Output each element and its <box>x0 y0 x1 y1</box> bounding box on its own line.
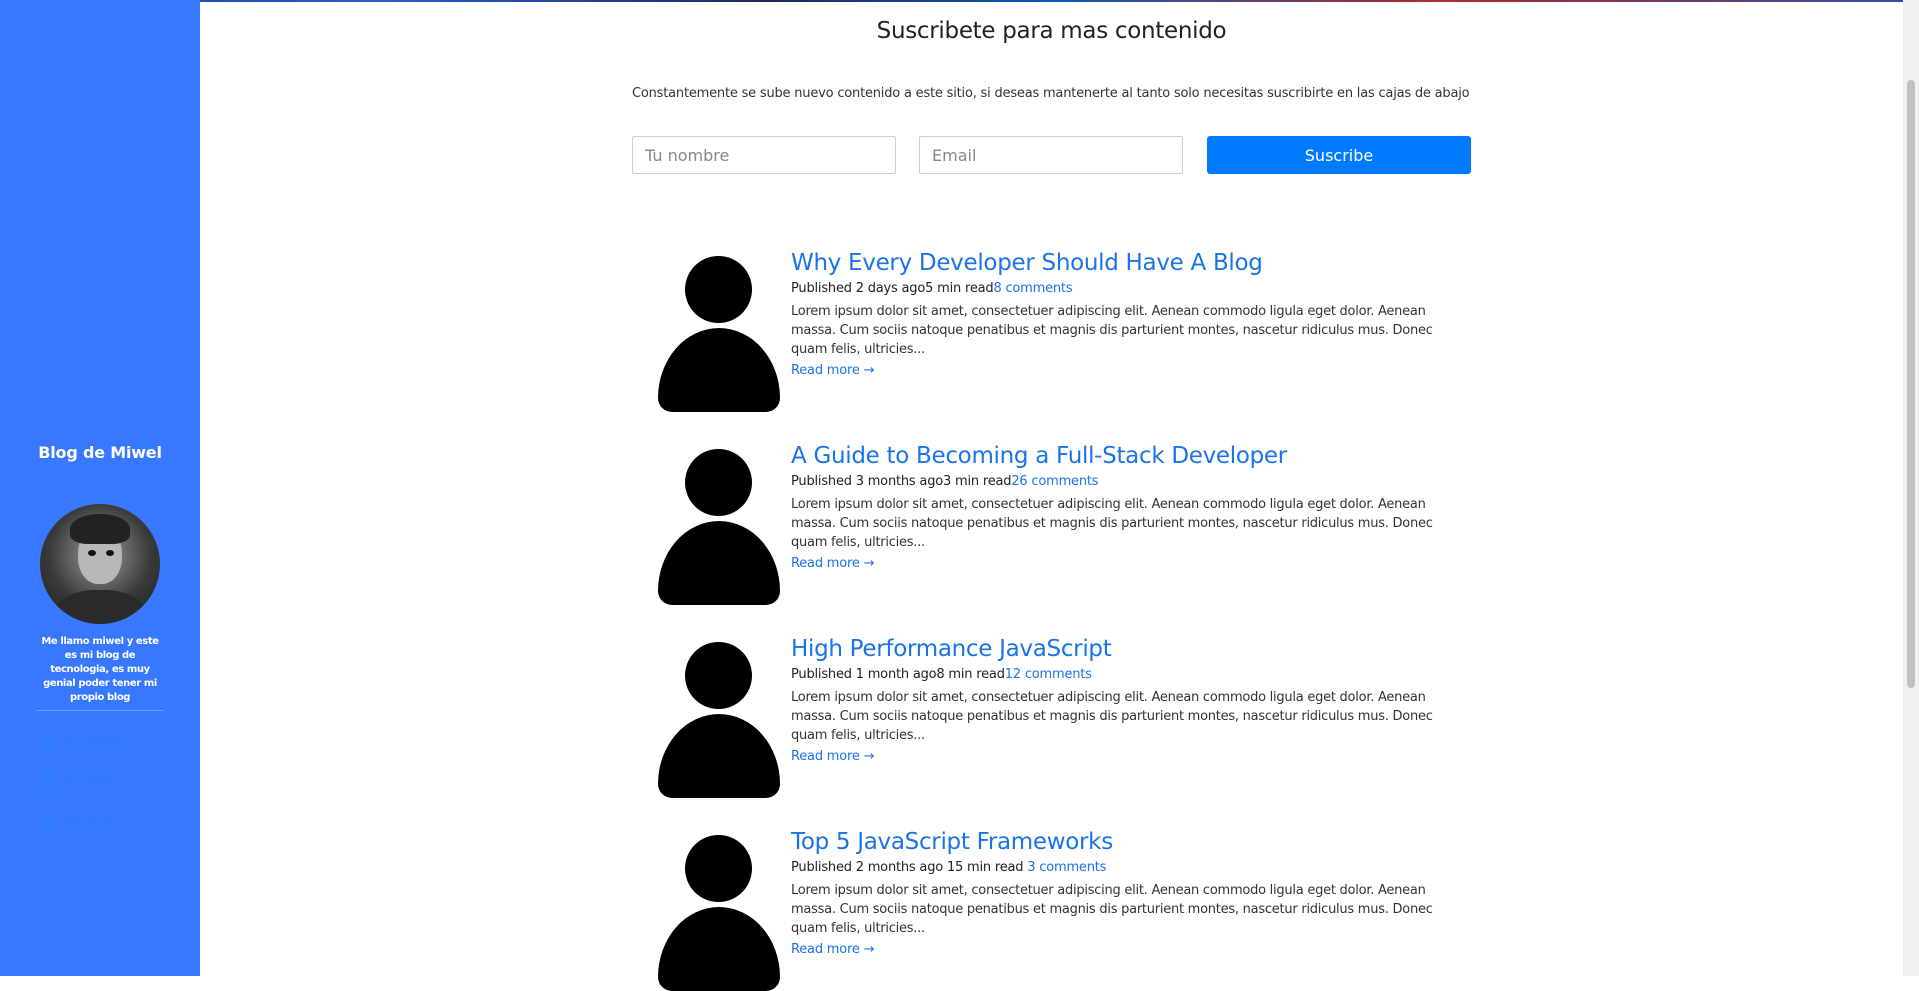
post-meta: Published 3 months ago3 min read26 comme… <box>791 473 1471 491</box>
post-read-time: 15 min read <box>946 860 1028 875</box>
avatar-head-shape <box>685 835 752 902</box>
user-icon <box>40 813 58 831</box>
post-meta: Published 2 months ago 15 min read 3 com… <box>791 859 1471 877</box>
post-published: Published 2 months ago <box>791 860 947 875</box>
sidebar-item-blog-post[interactable]: Blog Post <box>40 762 126 802</box>
post-comments-link[interactable]: 26 comments <box>1011 474 1098 489</box>
post-published: Published 2 days ago <box>791 281 926 296</box>
subscribe-button[interactable]: Suscribe <box>1207 136 1471 174</box>
post-meta: Published 2 days ago5 min read8 comments <box>791 280 1471 298</box>
scrollbar-thumb[interactable] <box>1907 80 1915 688</box>
read-more-link[interactable]: Read more → <box>791 362 874 380</box>
post-content: High Performance JavaScript Published 1 … <box>791 634 1471 766</box>
post-author-avatar <box>658 835 780 991</box>
read-more-link[interactable]: Read more → <box>791 748 874 766</box>
profile-avatar <box>40 504 160 624</box>
blog-name: Blog de Miwel <box>38 443 162 462</box>
email-input[interactable] <box>919 136 1183 174</box>
avatar-hair-shape <box>70 514 130 544</box>
bio-text: Me llamo miwel y este es mi blog de tecn… <box>41 636 159 703</box>
post-read-time: 5 min read <box>925 281 994 296</box>
post-meta: Published 1 month ago8 min read12 commen… <box>791 666 1471 684</box>
post-content: Why Every Developer Should Have A Blog P… <box>791 248 1471 380</box>
sidebar-divider <box>36 710 164 711</box>
avatar-head-shape <box>685 642 752 709</box>
subscribe-description: Constantemente se sube nuevo contenido a… <box>632 86 1470 101</box>
sidebar-nav: Blog Home Blog Post About Me <box>40 722 126 842</box>
post-content: A Guide to Becoming a Full-Stack Develop… <box>791 441 1471 573</box>
post-comments-link[interactable]: 3 comments <box>1027 860 1106 875</box>
avatar-body-shape <box>658 328 780 412</box>
sidebar-item-label: About Me <box>66 815 119 829</box>
post-comments-link[interactable]: 8 comments <box>993 281 1072 296</box>
post-comments-link[interactable]: 12 comments <box>1005 667 1092 682</box>
post-read-time: 3 min read <box>943 474 1012 489</box>
post-title-link[interactable]: A Guide to Becoming a Full-Stack Develop… <box>791 441 1471 471</box>
read-more-link[interactable]: Read more → <box>791 555 874 573</box>
main-content: Suscribete para mas contenido Constantem… <box>200 0 1903 991</box>
avatar-body-shape <box>658 521 780 605</box>
avatar-eye-right <box>106 550 114 556</box>
post-read-time: 8 min read <box>936 667 1005 682</box>
post-title-link[interactable]: High Performance JavaScript <box>791 634 1471 664</box>
read-more-link[interactable]: Read more → <box>791 941 874 959</box>
post-title-link[interactable]: Why Every Developer Should Have A Blog <box>791 248 1471 278</box>
avatar-head-shape <box>685 449 752 516</box>
sidebar-item-about-me[interactable]: About Me <box>40 802 126 842</box>
sidebar-item-label: Blog Home <box>66 735 127 749</box>
home-icon <box>40 733 58 751</box>
post-author-avatar <box>658 449 780 605</box>
sidebar-item-blog-home[interactable]: Blog Home <box>40 722 126 762</box>
post-excerpt: Lorem ipsum dolor sit amet, consectetuer… <box>791 304 1433 357</box>
post-author-avatar <box>658 256 780 412</box>
post-published: Published 1 month ago <box>791 667 937 682</box>
post-author-avatar <box>658 642 780 798</box>
bookmark-icon <box>40 773 58 791</box>
post-title-link[interactable]: Top 5 JavaScript Frameworks <box>791 827 1471 857</box>
avatar-body-shape <box>55 590 145 624</box>
avatar-body-shape <box>658 907 780 991</box>
sidebar: Blog de Miwel Me llamo miwel y este es m… <box>0 0 200 976</box>
avatar-head-shape <box>685 256 752 323</box>
subscribe-title: Suscribete para mas contenido <box>876 18 1227 44</box>
avatar-eye-left <box>88 550 96 556</box>
avatar-body-shape <box>658 714 780 798</box>
name-input[interactable] <box>632 136 896 174</box>
post-published: Published 3 months ago <box>791 474 943 489</box>
post-excerpt: Lorem ipsum dolor sit amet, consectetuer… <box>791 497 1433 550</box>
post-excerpt: Lorem ipsum dolor sit amet, consectetuer… <box>791 883 1433 936</box>
post-content: Top 5 JavaScript Frameworks Published 2 … <box>791 827 1471 959</box>
sidebar-item-label: Blog Post <box>66 775 117 789</box>
post-excerpt: Lorem ipsum dolor sit amet, consectetuer… <box>791 690 1433 743</box>
